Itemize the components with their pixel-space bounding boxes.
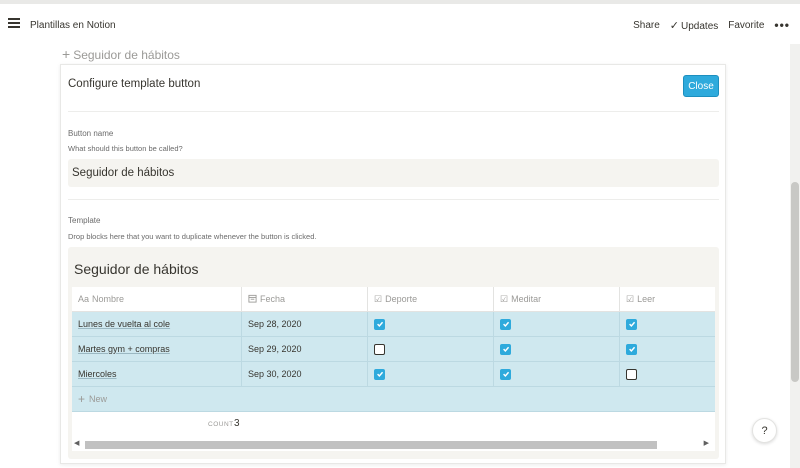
menu-icon[interactable] [8,18,20,28]
updates-button[interactable]: ✓ Updates [670,19,718,32]
checkbox-icon: ☑ [500,293,509,304]
checkbox-checked-icon[interactable] [626,343,637,355]
row-leer-cell [620,312,715,336]
row-date-cell[interactable]: Sep 28, 2020 [242,312,368,336]
column-label: Nombre [92,294,125,304]
checkmark-icon: ✓ [669,19,680,32]
template-button-label: Seguidor de hábitos [73,48,180,62]
scroll-left-icon[interactable]: ◀ [74,439,79,447]
row-name[interactable]: Martes gym + compras [78,344,170,354]
divider [68,199,719,200]
checkbox-checked-icon[interactable] [500,368,511,380]
panel-title: Configure template button [68,78,201,90]
checkbox-unchecked-icon[interactable] [374,343,385,355]
checkbox-unchecked-icon[interactable] [626,368,637,380]
calendar-icon [248,294,257,305]
checkbox-checked-icon[interactable] [626,318,637,330]
table-row[interactable]: Miercoles Sep 30, 2020 [72,362,715,387]
checkbox-checked-icon[interactable] [374,368,385,380]
row-name-cell[interactable]: Martes gym + compras [72,337,242,361]
table-header: Aa Nombre Fecha ☑ Deporte ☑ Meditar ☑ Leer [72,287,715,312]
row-date: Sep 30, 2020 [248,369,302,379]
text-property-icon: Aa [78,294,90,304]
row-date-cell[interactable]: Sep 30, 2020 [242,362,368,386]
button-name-help: What should this button be called? [68,144,183,153]
row-leer-cell [620,362,715,386]
row-date-cell[interactable]: Sep 29, 2020 [242,337,368,361]
count-label[interactable]: COUNT [208,421,234,428]
column-label: Meditar [511,294,542,304]
top-bar: Plantillas en Notion Share ✓ Updates Favo… [0,0,800,44]
template-button[interactable]: + Seguidor de hábitos [62,46,180,62]
button-name-label: Button name [68,129,114,138]
new-row-button[interactable]: + New [72,387,715,412]
page-scrollbar-thumb[interactable] [791,182,799,382]
row-name-cell[interactable]: Miercoles [72,362,242,386]
plus-icon: + [78,392,86,406]
checkbox-icon: ☑ [374,293,383,304]
column-header-nombre[interactable]: Aa Nombre [72,287,242,311]
horizontal-scrollbar-thumb[interactable] [85,441,657,449]
new-row-label: New [89,394,108,404]
column-label: Deporte [385,294,418,304]
row-date: Sep 28, 2020 [248,319,302,329]
row-deporte-cell [368,312,494,336]
row-deporte-cell [368,362,494,386]
row-name[interactable]: Miercoles [78,369,117,379]
scroll-right-icon[interactable]: ▶ [704,439,709,447]
column-header-meditar[interactable]: ☑ Meditar [494,287,620,311]
column-header-leer[interactable]: ☑ Leer [620,287,715,311]
horizontal-scrollbar[interactable]: ◀ ▶ [72,437,715,451]
topbar-actions: Share ✓ Updates Favorite ••• [633,18,790,32]
database-table: Aa Nombre Fecha ☑ Deporte ☑ Meditar ☑ Leer L… [72,287,715,451]
checkbox-checked-icon[interactable] [374,318,385,330]
row-leer-cell [620,337,715,361]
column-header-fecha[interactable]: Fecha [242,287,368,311]
updates-label: Updates [681,20,719,32]
column-header-deporte[interactable]: ☑ Deporte [368,287,494,311]
workspace-title[interactable]: Plantillas en Notion [30,20,116,31]
row-meditar-cell [494,337,620,361]
database-title[interactable]: Seguidor de hábitos [74,261,199,277]
row-date: Sep 29, 2020 [248,344,302,354]
configure-template-panel: Configure template button Close Button n… [60,64,726,464]
template-drop-area[interactable]: Seguidor de hábitos Aa Nombre Fecha ☑ Depo… [68,247,719,459]
row-deporte-cell [368,337,494,361]
checkbox-checked-icon[interactable] [500,343,511,355]
page-scrollbar[interactable] [790,44,800,468]
column-label: Leer [637,294,656,304]
template-help: Drop blocks here that you want to duplic… [68,232,317,241]
checkbox-icon: ☑ [626,293,635,304]
template-label: Template [68,216,101,225]
table-row[interactable]: Martes gym + compras Sep 29, 2020 [72,337,715,362]
checkbox-checked-icon[interactable] [500,318,511,330]
count-value: 3 [234,418,240,429]
favorite-button[interactable]: Favorite [728,20,764,31]
row-meditar-cell [494,362,620,386]
row-name[interactable]: Lunes de vuelta al cole [78,319,170,329]
button-name-input[interactable]: Seguidor de hábitos [68,159,719,187]
more-options-icon[interactable]: ••• [774,18,790,32]
divider [68,111,719,112]
close-button[interactable]: Close [683,75,719,97]
column-label: Fecha [260,294,286,304]
calculation-row: COUNT 3 [72,412,715,437]
plus-icon: + [62,46,71,62]
help-button[interactable]: ? [752,418,777,443]
row-name-cell[interactable]: Lunes de vuelta al cole [72,312,242,336]
row-meditar-cell [494,312,620,336]
table-row[interactable]: Lunes de vuelta al cole Sep 28, 2020 [72,312,715,337]
share-button[interactable]: Share [633,20,660,31]
